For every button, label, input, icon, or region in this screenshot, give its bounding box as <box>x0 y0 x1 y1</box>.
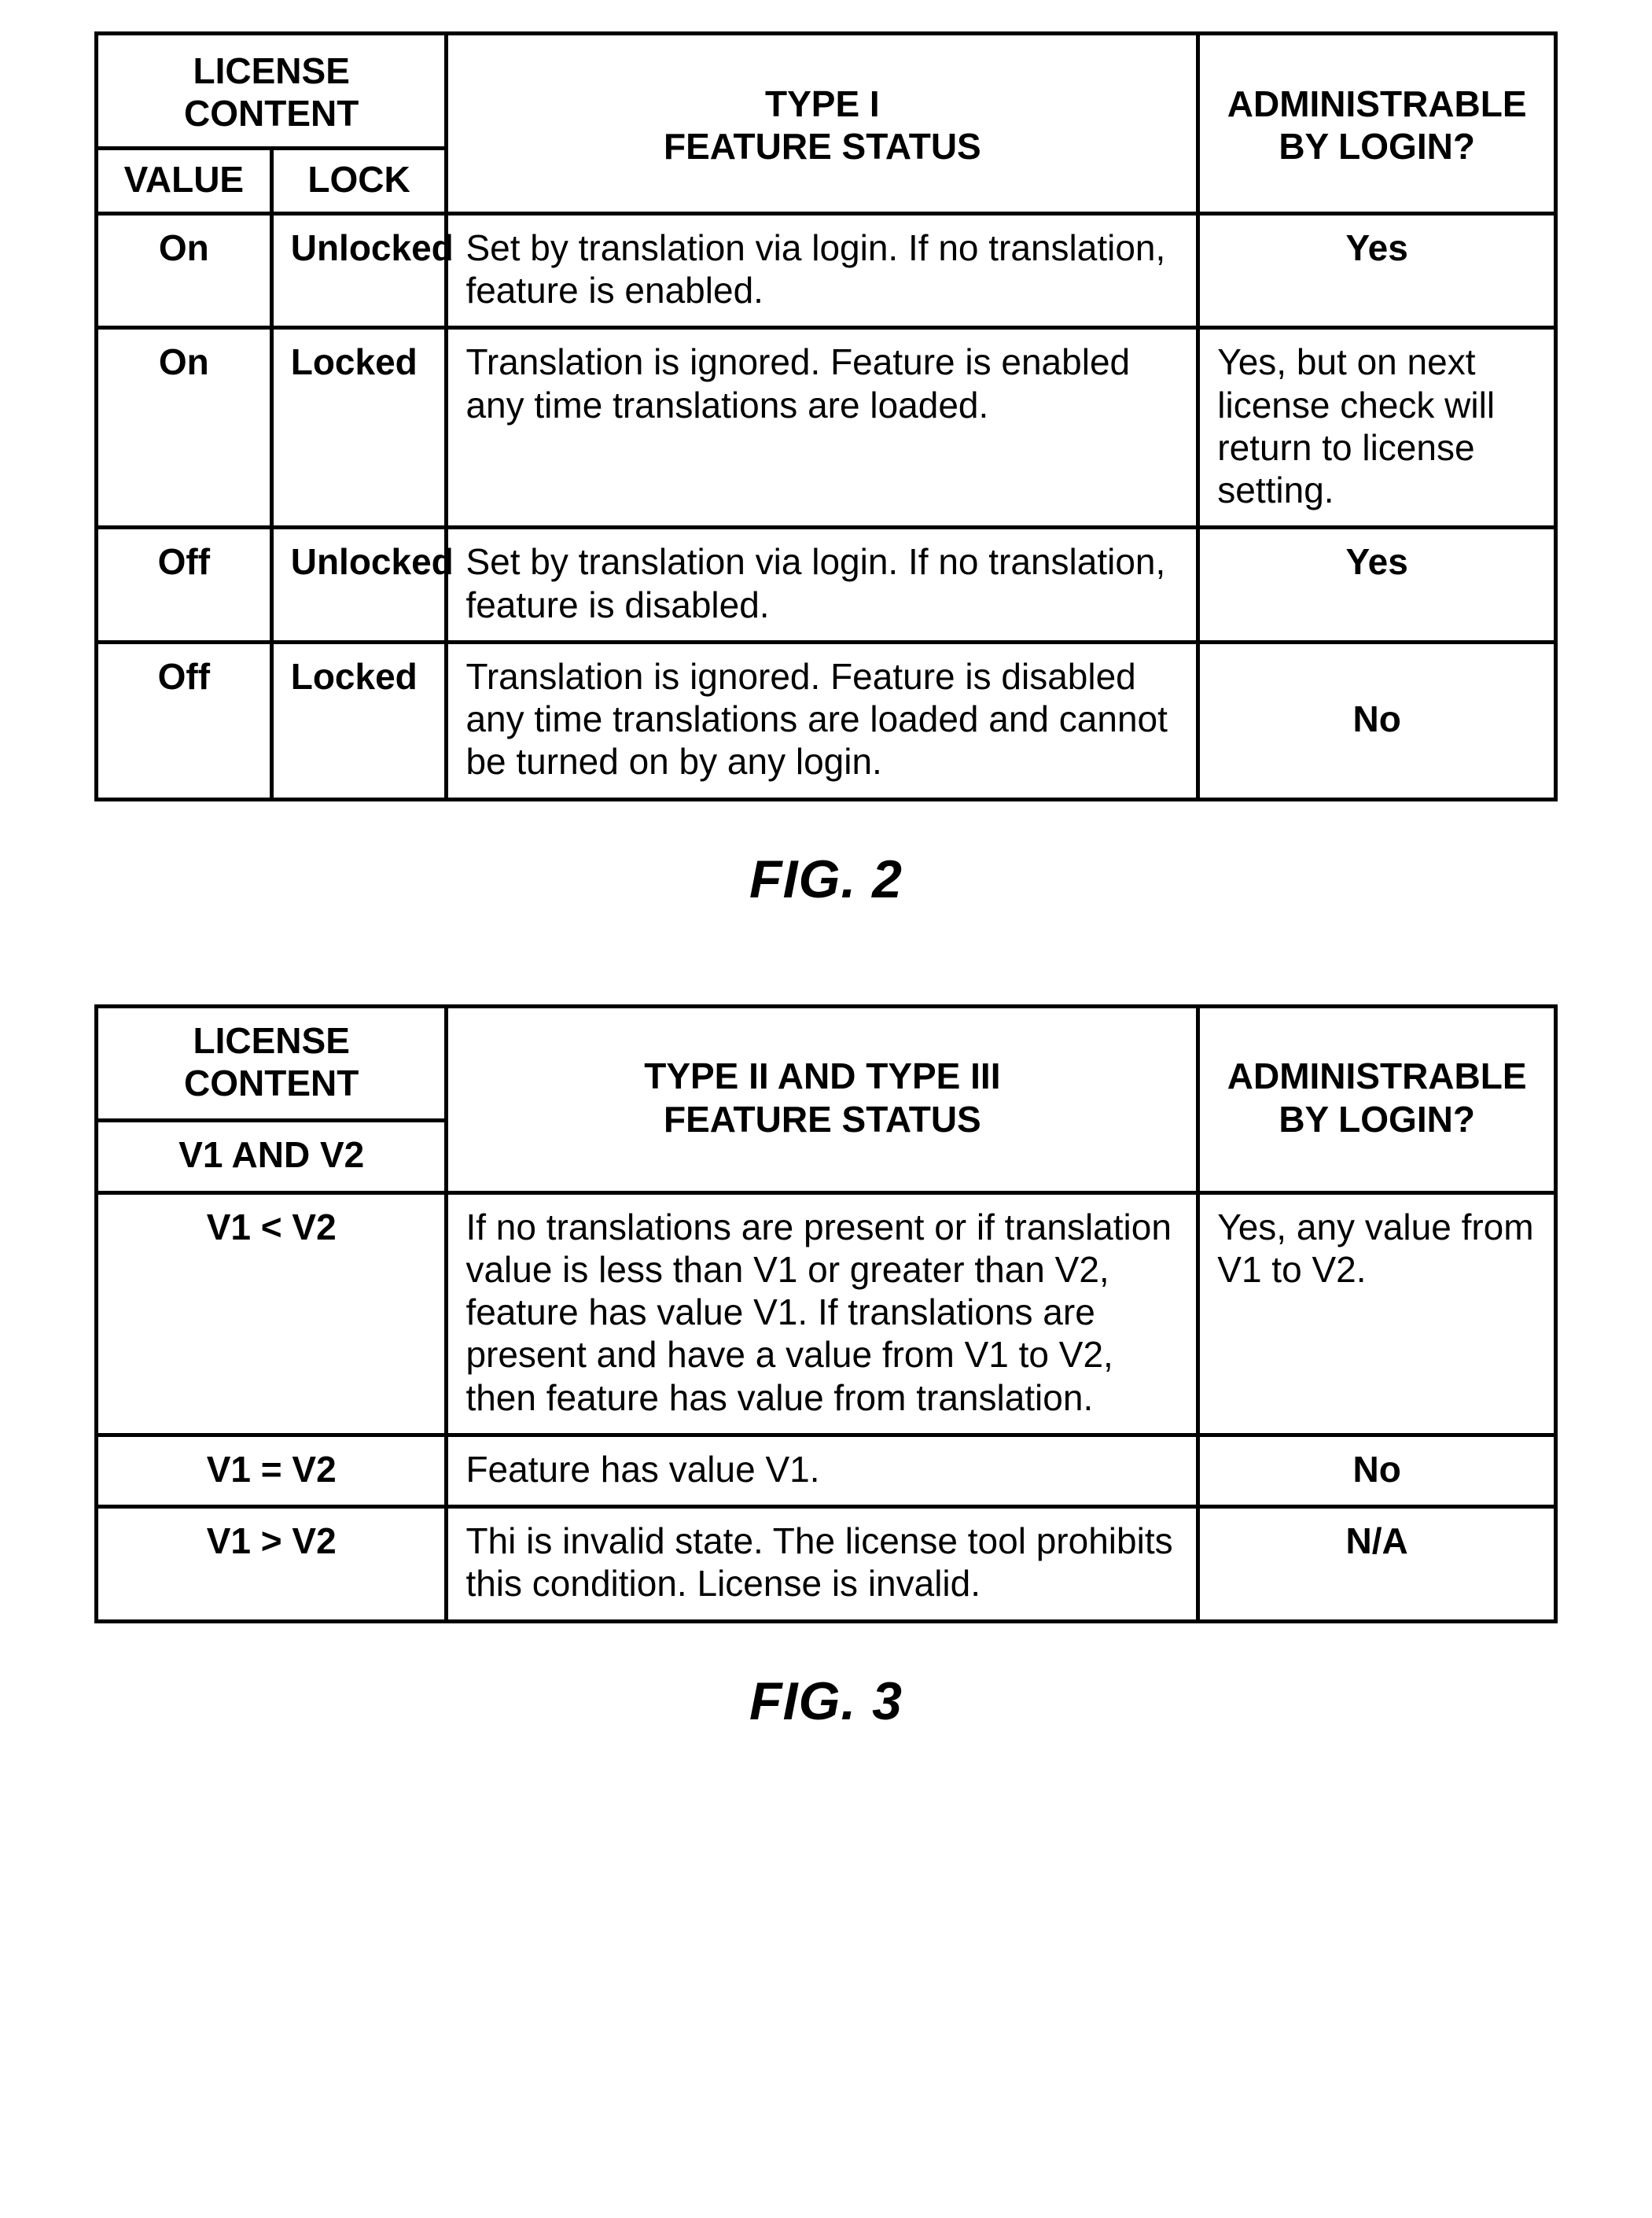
cell-value: On <box>97 328 272 528</box>
table-row: Off Locked Translation is ignored. Featu… <box>97 642 1556 799</box>
table-row: V1 = V2 Feature has value V1. No <box>97 1435 1556 1506</box>
cell-lock: Unlocked <box>271 528 447 643</box>
cell-lock: Locked <box>271 642 447 799</box>
cell-lock: Locked <box>271 328 447 528</box>
cell-admin: N/A <box>1198 1507 1556 1622</box>
table-row: V1 < V2 If no translations are present o… <box>97 1192 1556 1435</box>
col-license-content: LICENSE CONTENT <box>97 1006 447 1121</box>
col-value: VALUE <box>97 148 272 213</box>
fig3-caption: FIG. 3 <box>94 1671 1558 1732</box>
cell-lock: Unlocked <box>271 213 447 328</box>
col-admin: ADMINISTRABLE BY LOGIN? <box>1198 34 1556 214</box>
fig2-table: LICENSE CONTENT TYPE I FEATURE STATUS AD… <box>94 31 1558 801</box>
col-v1-and-v2: V1 AND V2 <box>97 1121 447 1192</box>
col-type23-status: TYPE II AND TYPE III FEATURE STATUS <box>447 1006 1198 1192</box>
cell-value: Off <box>97 528 272 643</box>
table-row: On Unlocked Set by translation via login… <box>97 213 1556 328</box>
table-row: On Locked Translation is ignored. Featur… <box>97 328 1556 528</box>
cell-status: Translation is ignored. Feature is enabl… <box>447 328 1198 528</box>
cell-status: If no translations are present or if tra… <box>447 1192 1198 1435</box>
cell-condition: V1 = V2 <box>97 1435 447 1506</box>
fig2-caption: FIG. 2 <box>94 849 1558 910</box>
col-type1-status: TYPE I FEATURE STATUS <box>447 34 1198 214</box>
table-row: V1 > V2 Thi is invalid state. The licens… <box>97 1507 1556 1622</box>
table-row: Off Unlocked Set by translation via logi… <box>97 528 1556 643</box>
cell-value: On <box>97 213 272 328</box>
cell-admin: Yes, any value from V1 to V2. <box>1198 1192 1556 1435</box>
cell-status: Translation is ignored. Feature is disab… <box>447 642 1198 799</box>
cell-status: Feature has value V1. <box>447 1435 1198 1506</box>
col-admin: ADMINISTRABLE BY LOGIN? <box>1198 1006 1556 1192</box>
cell-status: Set by translation via login. If no tran… <box>447 213 1198 328</box>
table-header-row: LICENSE CONTENT TYPE II AND TYPE III FEA… <box>97 1006 1556 1121</box>
fig3-table: LICENSE CONTENT TYPE II AND TYPE III FEA… <box>94 1004 1558 1623</box>
col-license-content: LICENSE CONTENT <box>97 34 447 149</box>
cell-status: Set by translation via login. If no tran… <box>447 528 1198 643</box>
cell-condition: V1 > V2 <box>97 1507 447 1622</box>
table-header-row: LICENSE CONTENT TYPE I FEATURE STATUS AD… <box>97 34 1556 149</box>
cell-value: Off <box>97 642 272 799</box>
cell-admin: No <box>1198 642 1556 799</box>
cell-admin: Yes <box>1198 528 1556 643</box>
cell-admin: Yes <box>1198 213 1556 328</box>
cell-condition: V1 < V2 <box>97 1192 447 1435</box>
col-lock: LOCK <box>271 148 447 213</box>
cell-admin: No <box>1198 1435 1556 1506</box>
cell-status: Thi is invalid state. The license tool p… <box>447 1507 1198 1622</box>
cell-admin: Yes, but on next license check will retu… <box>1198 328 1556 528</box>
